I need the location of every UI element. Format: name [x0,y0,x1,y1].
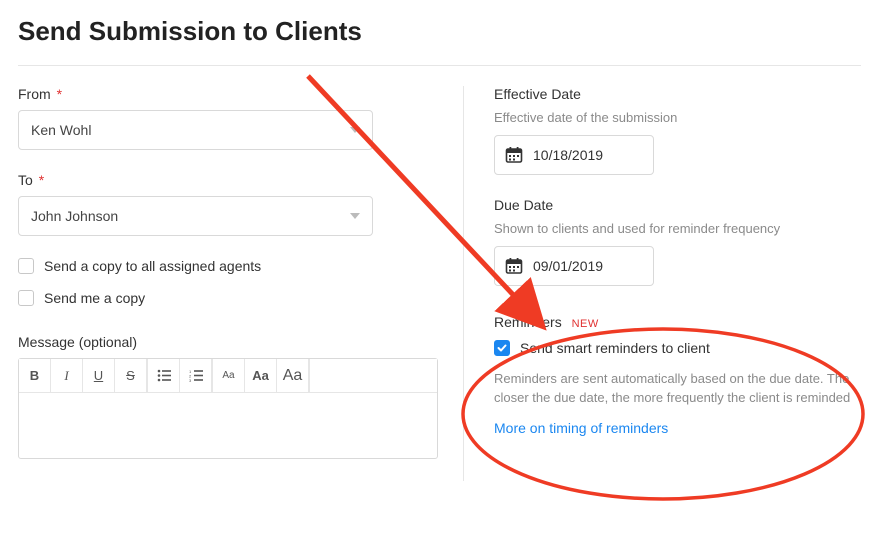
calendar-icon [505,146,523,164]
effective-date-label: Effective Date [494,86,861,102]
text-small-button[interactable]: Aa [213,359,245,392]
from-label: From * [18,86,433,102]
due-date-sub: Shown to clients and used for reminder f… [494,221,861,236]
bold-button[interactable]: B [19,359,51,392]
effective-date-input[interactable]: 10/18/2019 [494,135,654,175]
from-value: Ken Wohl [31,122,91,138]
calendar-icon [505,257,523,275]
to-select[interactable]: John Johnson [18,196,373,236]
reminders-label-text: Reminders [494,314,562,330]
reminders-description: Reminders are sent automatically based o… [494,370,861,408]
page-title: Send Submission to Clients [18,16,861,47]
required-asterisk: * [57,86,62,102]
smart-reminders-checkbox-row[interactable]: Send smart reminders to client [494,340,861,356]
from-label-text: From [18,86,51,102]
copy-me-checkbox-row[interactable]: Send me a copy [18,290,433,306]
effective-date-value: 10/18/2019 [533,147,603,163]
to-value: John Johnson [31,208,118,224]
required-asterisk: * [39,172,44,188]
chevron-down-icon [350,213,360,219]
effective-date-sub: Effective date of the submission [494,110,861,125]
bullet-list-icon [157,369,171,382]
due-date-input[interactable]: 09/01/2019 [494,246,654,286]
strikethrough-button[interactable]: S [115,359,147,392]
checkbox-unchecked-icon [18,258,34,274]
message-textarea[interactable] [19,393,437,458]
due-date-label: Due Date [494,197,861,213]
text-medium-button[interactable]: Aa [245,359,277,392]
underline-button[interactable]: U [83,359,115,392]
right-column: Effective Date Effective date of the sub… [463,86,861,481]
copy-agents-label: Send a copy to all assigned agents [44,258,261,274]
text-large-button[interactable]: Aa [277,359,309,392]
reminders-label: Reminders NEW [494,314,861,330]
message-label: Message (optional) [18,334,433,350]
checkbox-unchecked-icon [18,290,34,306]
numbered-list-icon: 1 2 3 [189,369,203,382]
due-date-value: 09/01/2019 [533,258,603,274]
new-badge: NEW [572,318,599,330]
copy-agents-checkbox-row[interactable]: Send a copy to all assigned agents [18,258,433,274]
checkbox-checked-icon [494,340,510,356]
message-editor: B I U S [18,358,438,459]
divider [18,65,861,66]
to-label-text: To [18,172,33,188]
italic-button[interactable]: I [51,359,83,392]
editor-toolbar: B I U S [19,359,437,393]
from-select[interactable]: Ken Wohl [18,110,373,150]
chevron-down-icon [350,127,360,133]
to-label: To * [18,172,433,188]
left-column: From * Ken Wohl To * John Johnson Send a… [18,86,463,481]
bullet-list-button[interactable] [148,359,180,392]
numbered-list-button[interactable]: 1 2 3 [180,359,212,392]
svg-text:3: 3 [189,378,192,382]
reminders-more-link[interactable]: More on timing of reminders [494,420,668,436]
copy-me-label: Send me a copy [44,290,145,306]
smart-reminders-label: Send smart reminders to client [520,340,710,356]
